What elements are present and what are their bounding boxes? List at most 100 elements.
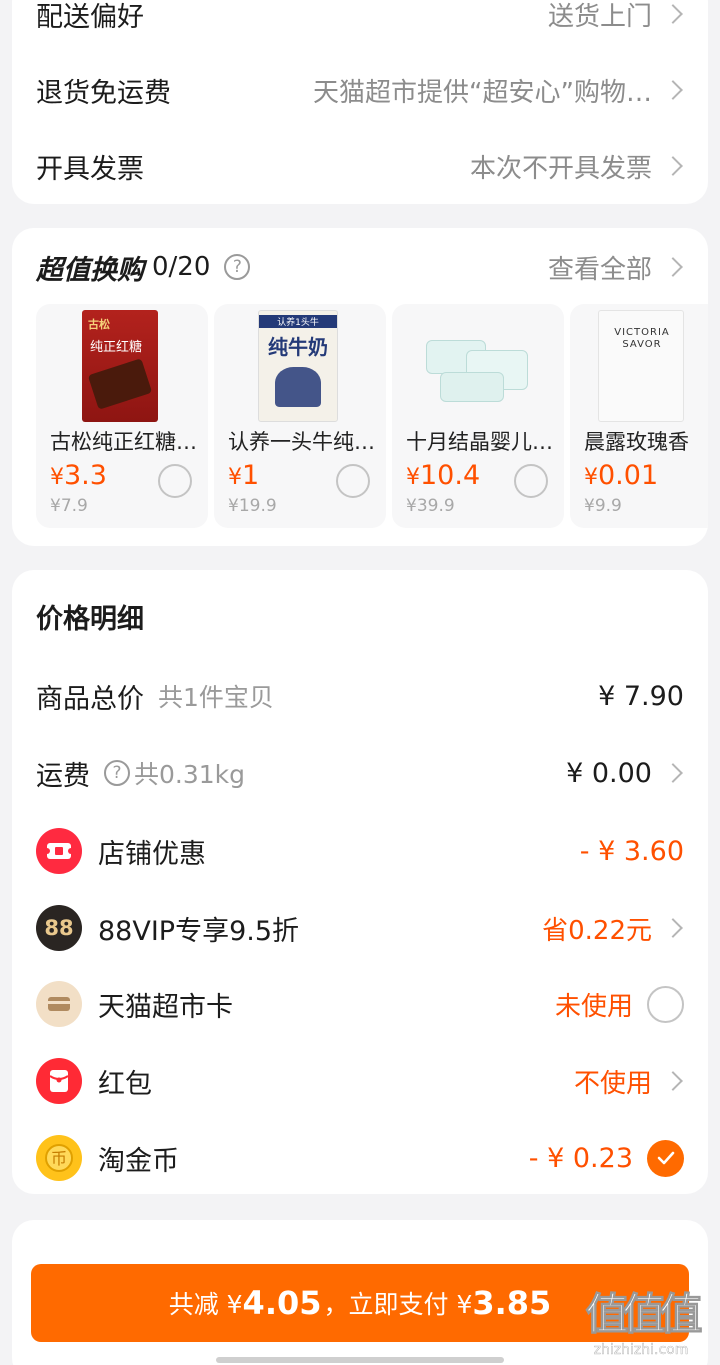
market-card-radio[interactable]	[647, 985, 684, 1023]
shipping-value: ¥ 0.00	[566, 757, 652, 789]
view-all-label: 查看全部	[547, 254, 652, 285]
return-free-label: 退货免运费	[36, 77, 171, 109]
vip-value: 省0.22元	[542, 915, 652, 946]
vip-label: 88VIP专享9.5折	[98, 915, 300, 947]
wipes-pack	[440, 372, 504, 402]
sugar-block-decoration	[87, 358, 153, 410]
watermark: 值值值 zhizhizhi.com	[568, 1280, 714, 1359]
shipping-weight: 共0.31kg	[134, 760, 246, 789]
return-free-value: 天猫超市提供“超安心”购物…	[313, 77, 652, 108]
shipping-label: 运费	[36, 760, 90, 792]
watermark-url: zhizhizhi.com	[593, 1342, 689, 1358]
help-icon[interactable]: ?	[104, 760, 130, 786]
sachet-brand: VICTORIA SAVOR	[614, 327, 670, 350]
product-price: ¥0.01	[584, 460, 658, 491]
market-card-label: 天猫超市卡	[98, 991, 233, 1023]
invoice-label: 开具发票	[36, 153, 144, 185]
delivery-pref-value: 送货上门	[547, 1, 652, 32]
sample-sachet: VICTORIA SAVOR	[598, 310, 684, 422]
select-radio[interactable]	[514, 464, 548, 498]
cow-illustration	[275, 367, 321, 407]
price-value: 10.4	[420, 460, 481, 491]
card-icon	[36, 981, 82, 1027]
help-icon[interactable]: ?	[224, 254, 251, 280]
invoice-value: 本次不开具发票	[469, 153, 652, 184]
88vip-badge-icon: 88	[36, 905, 82, 951]
reduce-amount: 4.05	[242, 1284, 322, 1322]
carton-label: 纯牛奶	[268, 335, 328, 359]
red-packet-value: 不使用	[573, 1068, 652, 1099]
product-price: ¥1	[228, 460, 259, 491]
milk-carton: 认养1头牛 纯牛奶	[258, 310, 338, 422]
price-title: 价格明细	[36, 603, 144, 635]
product-original-price: ¥9.9	[584, 496, 622, 516]
goods-total-value: ¥ 7.90	[598, 680, 684, 712]
swap-title: 超值换购	[36, 254, 144, 286]
brown-sugar-package: 古松 纯正红糖	[82, 310, 158, 422]
select-radio[interactable]	[158, 464, 192, 498]
coupon-icon	[36, 828, 82, 874]
swap-count: 0/20	[152, 252, 211, 282]
gold-coin-icon: 币	[36, 1135, 82, 1181]
pay-amount: 3.85	[472, 1284, 552, 1322]
checked-radio-icon[interactable]	[647, 1139, 684, 1177]
package-brand: 古松	[88, 318, 110, 331]
product-original-price: ¥39.9	[406, 496, 455, 516]
swap-card: 超值换购 0/20 ? 查看全部 古松 纯正红糖 古松纯正红糖… ¥3.3 ¥7…	[12, 228, 708, 546]
swap-product-1[interactable]: 古松 纯正红糖 古松纯正红糖… ¥3.3 ¥7.9	[36, 304, 208, 528]
chevron-right-icon	[663, 257, 683, 277]
delivery-pref-row[interactable]: 配送偏好 送货上门	[36, 0, 684, 34]
vip-badge-text: 88	[44, 916, 74, 940]
product-original-price: ¥19.9	[228, 496, 277, 516]
product-name: 古松纯正红糖…	[50, 430, 197, 454]
gold-coin-value: - ¥ 0.23	[528, 1142, 633, 1174]
product-name: 晨露玫瑰香	[584, 430, 689, 454]
baby-wipes-package	[422, 310, 532, 422]
product-price: ¥10.4	[406, 460, 480, 491]
price-header: 价格明细	[36, 594, 684, 638]
yen-sign: ¥	[50, 465, 64, 490]
chevron-right-icon	[663, 4, 683, 24]
chevron-right-icon	[663, 763, 683, 783]
delivery-pref-label: 配送偏好	[36, 1, 144, 33]
reduce-prefix: 共减 ¥	[168, 1290, 243, 1319]
shipping-row[interactable]: 运费 ? 共0.31kg ¥ 0.00	[36, 751, 684, 795]
gold-coin-row[interactable]: 币 淘金币 - ¥ 0.23	[36, 1134, 684, 1182]
chevron-right-icon	[663, 156, 683, 176]
svg-text:币: 币	[51, 1149, 67, 1168]
swap-product-2[interactable]: 认养1头牛 纯牛奶 认养一头牛纯… ¥1 ¥19.9	[214, 304, 386, 528]
goods-total-row: 商品总价 共1件宝贝 ¥ 7.90	[36, 674, 684, 718]
chevron-right-icon	[663, 80, 683, 100]
product-original-price: ¥7.9	[50, 496, 88, 516]
store-discount-label: 店铺优惠	[98, 838, 206, 870]
price-detail-card: 价格明细 商品总价 共1件宝贝 ¥ 7.90 运费 ? 共0.31kg ¥ 0.…	[12, 570, 708, 1194]
vip-row[interactable]: 88 88VIP专享9.5折 省0.22元	[36, 904, 684, 952]
yen-sign: ¥	[406, 465, 420, 490]
home-indicator[interactable]	[216, 1357, 504, 1363]
pay-middle-label: ，立即支付 ¥	[323, 1290, 473, 1319]
red-packet-row[interactable]: 红包 不使用	[36, 1057, 684, 1105]
product-name: 十月结晶婴儿…	[406, 430, 553, 454]
select-radio[interactable]	[336, 464, 370, 498]
swap-product-4[interactable]: VICTORIA SAVOR 晨露玫瑰香 ¥0.01 ¥9.9	[570, 304, 708, 528]
options-card: 配送偏好 送货上门 退货免运费 天猫超市提供“超安心”购物… 开具发票 本次不开…	[12, 0, 708, 204]
price-value: 0.01	[598, 460, 659, 491]
red-packet-icon	[36, 1058, 82, 1104]
market-card-value: 未使用	[554, 991, 633, 1022]
invoice-row[interactable]: 开具发票 本次不开具发票	[36, 146, 684, 186]
product-price: ¥3.3	[50, 460, 107, 491]
goods-count: 共1件宝贝	[158, 683, 274, 712]
goods-total-label: 商品总价	[36, 683, 144, 715]
view-all-link[interactable]: 查看全部	[548, 249, 684, 286]
price-value: 1	[242, 460, 260, 491]
swap-header: 超值换购 0/20 ? 查看全部	[36, 246, 684, 288]
carton-brand: 认养1头牛	[259, 315, 337, 328]
market-card-row[interactable]: 天猫超市卡 未使用	[36, 980, 684, 1028]
swap-product-3[interactable]: 十月结晶婴儿… ¥10.4 ¥39.9	[392, 304, 564, 528]
package-label: 纯正红糖	[90, 340, 143, 355]
store-discount-row: 店铺优惠 - ¥ 3.60	[36, 827, 684, 875]
return-free-row[interactable]: 退货免运费 天猫超市提供“超安心”购物…	[36, 70, 684, 110]
yen-sign: ¥	[584, 465, 598, 490]
chevron-right-icon	[663, 918, 683, 938]
yen-sign: ¥	[228, 465, 242, 490]
